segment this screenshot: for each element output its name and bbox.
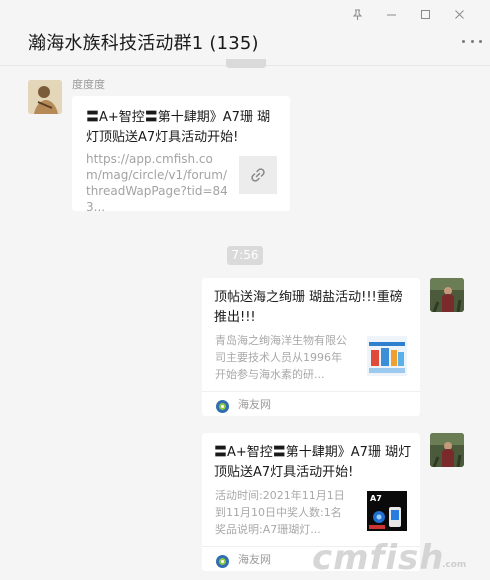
source-label: 海友网	[238, 553, 271, 566]
avatar[interactable]	[28, 80, 62, 114]
more-icon[interactable]	[462, 40, 482, 46]
watermark: cmfish	[312, 538, 445, 578]
article-thumbnail	[367, 336, 407, 376]
close-icon[interactable]	[442, 4, 476, 24]
article-message-card[interactable]: 顶帖送海之绚珊 瑚盐活动!!!重磅推出!!! 青岛海之绚海洋生物有限公司主要技术…	[202, 278, 420, 416]
thumbnail-label: A7	[370, 494, 382, 503]
link-icon	[239, 156, 277, 194]
message-description: 青岛海之绚海洋生物有限公司主要技术人员从1996年开始参与海水素的研...	[215, 334, 347, 381]
card-divider	[202, 391, 420, 392]
pin-icon[interactable]	[340, 4, 374, 24]
message-title: 〓A+智控〓第十肆期》A7珊 瑚灯顶贴送A7灯具活动开始!	[214, 445, 412, 480]
article-source: 海友网	[216, 396, 271, 413]
avatar[interactable]	[430, 278, 464, 312]
source-label: 海友网	[238, 398, 271, 411]
message-title: 顶帖送海之绚珊 瑚盐活动!!!重磅推出!!!	[214, 290, 403, 325]
source-icon	[216, 553, 229, 568]
watermark-domain: .com	[442, 560, 467, 570]
source-icon	[216, 398, 229, 413]
scrolled-timestamp	[226, 59, 266, 68]
minimize-icon[interactable]	[374, 4, 408, 24]
sender-name: 度度度	[72, 78, 105, 91]
message-description: 活动时间:2021年11月1日到11月10日中奖人数:1名奖品说明:A7珊瑚灯.…	[215, 489, 345, 536]
article-source: 海友网	[216, 551, 271, 568]
chat-title: 瀚海水族科技活动群1 (135)	[28, 33, 259, 54]
avatar[interactable]	[430, 433, 464, 467]
message-title: 〓A+智控〓第十肆期》A7珊 瑚灯顶贴送A7灯具活动开始!	[86, 110, 271, 145]
time-divider: 7:56	[227, 246, 263, 265]
window-controls	[340, 4, 476, 24]
maximize-icon[interactable]	[408, 4, 442, 24]
link-message-card[interactable]: 〓A+智控〓第十肆期》A7珊 瑚灯顶贴送A7灯具活动开始! https://ap…	[72, 96, 290, 214]
article-thumbnail: A7	[367, 491, 407, 531]
message-url: https://app.cmfish.com/mag/circle/v1/for…	[86, 152, 228, 214]
